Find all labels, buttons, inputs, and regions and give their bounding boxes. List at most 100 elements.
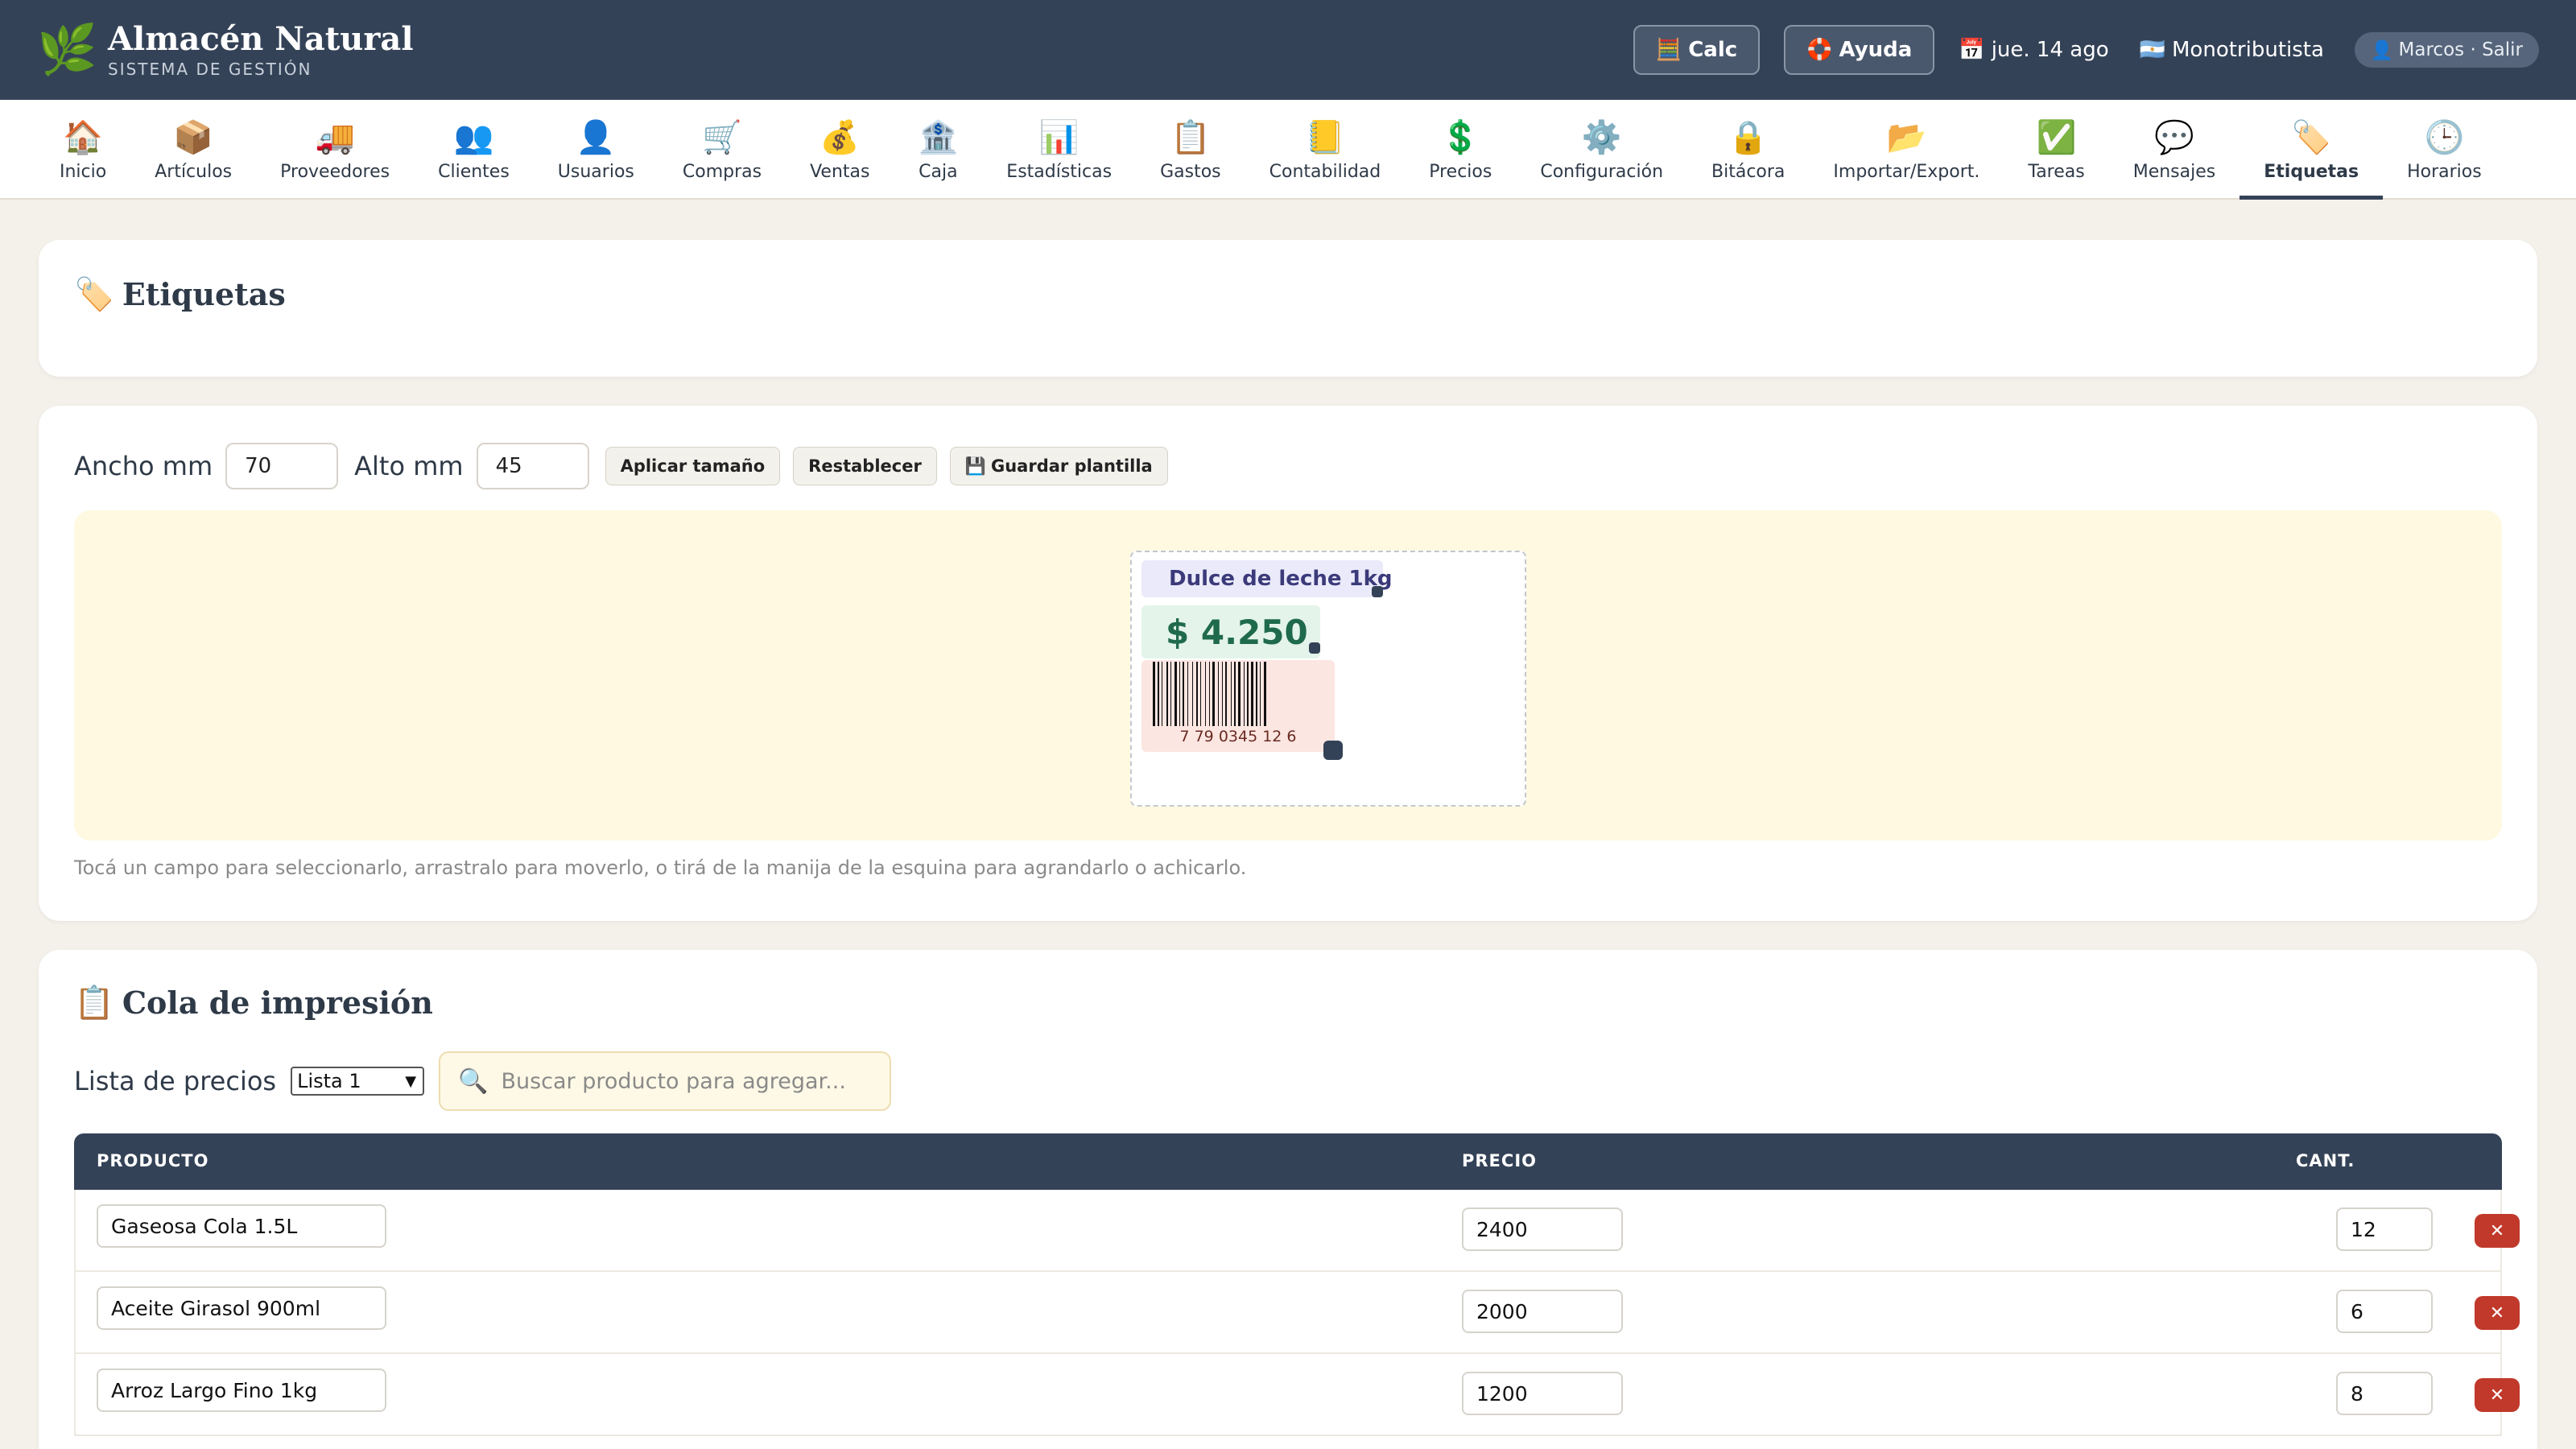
nav-item-label: Horarios — [2407, 161, 2482, 182]
user-logout-button[interactable]: 👤 Marcos · Salir — [2354, 32, 2539, 68]
col-price: PRECIO — [1462, 1151, 1537, 1170]
product-name-input[interactable] — [97, 1368, 386, 1412]
nav-item-compras[interactable]: 🛒 Compras — [658, 100, 786, 200]
nav-item-estadisticas[interactable]: 📊 Estadísticas — [982, 100, 1136, 200]
col-product: PRODUCTO — [97, 1151, 209, 1170]
nav-item-label: Tareas — [2028, 161, 2085, 182]
label-field-price[interactable]: $ 4.250 — [1141, 605, 1320, 658]
tax-status: 🇦🇷 Monotributista — [2140, 38, 2324, 62]
table-row: ✕ — [74, 1190, 2520, 1272]
calc-label: Calc — [1688, 38, 1738, 62]
name-resize-handle[interactable] — [1372, 586, 1383, 597]
nav-item-label: Artículos — [155, 161, 233, 182]
quantity-input[interactable] — [2336, 1290, 2433, 1333]
nav-item-label: Estadísticas — [1006, 161, 1113, 182]
brand-title: Almacén Natural — [108, 20, 414, 58]
help-button[interactable]: 🛟 Ayuda — [1784, 25, 1935, 75]
user-label: Marcos · Salir — [2398, 39, 2523, 60]
remove-row-button[interactable]: ✕ — [2475, 1378, 2520, 1412]
product-search[interactable]: 🔍 — [439, 1051, 892, 1111]
nav-item-etiquetas[interactable]: 🏷️ Etiquetas — [2240, 100, 2383, 200]
price-input[interactable] — [1462, 1372, 1623, 1415]
nav-item-label: Inicio — [60, 161, 107, 182]
queue-title: 📋 Cola de impresión — [74, 984, 433, 1022]
inicio-icon: 🏠 — [63, 118, 104, 156]
queue-title-text: Cola de impresión — [122, 985, 433, 1021]
remove-row-button[interactable]: ✕ — [2475, 1214, 2520, 1248]
bitacora-icon: 🔒 — [1728, 118, 1769, 156]
table-row: ✕ — [74, 1272, 2520, 1354]
clipboard-icon: 📋 — [74, 984, 114, 1022]
nav-item-precios[interactable]: 💲 Precios — [1405, 100, 1516, 200]
estadisticas-icon: 📊 — [1038, 118, 1080, 156]
price-resize-handle[interactable] — [1309, 642, 1320, 654]
label-preview: Dulce de leche 1kg $ 4.250 7 79 0345 12 … — [1130, 551, 1526, 807]
ventas-icon: 💰 — [819, 118, 861, 156]
height-input[interactable] — [476, 443, 589, 489]
nav-item-configuracion[interactable]: ⚙️ Configuración — [1516, 100, 1687, 200]
nav-item-label: Importar/Export. — [1833, 161, 1980, 182]
quantity-input[interactable] — [2336, 1208, 2433, 1251]
nav-item-label: Mensajes — [2132, 161, 2216, 182]
product-name-input[interactable] — [97, 1286, 386, 1330]
horarios-icon: 🕒 — [2424, 118, 2465, 156]
nav-item-gastos[interactable]: 📋 Gastos — [1136, 100, 1245, 200]
quantity-input[interactable] — [2336, 1372, 2433, 1415]
nav-item-tareas[interactable]: ✅ Tareas — [2004, 100, 2108, 200]
label-field-barcode[interactable]: 7 79 0345 12 6 — [1141, 660, 1335, 752]
gastos-icon: 📋 — [1170, 118, 1211, 156]
calendar-icon: 📅 — [1959, 38, 1985, 62]
nav-item-clientes[interactable]: 👥 Clientes — [414, 100, 534, 200]
nav-item-inicio[interactable]: 🏠 Inicio — [35, 100, 130, 200]
brand: 🌿 Almacén Natural SISTEMA DE GESTIÓN — [37, 18, 414, 82]
nav-item-horarios[interactable]: 🕒 Horarios — [2383, 100, 2506, 200]
articulos-icon: 📦 — [173, 118, 214, 156]
price-list-value: Lista 1 — [297, 1070, 361, 1092]
nav-item-mensajes[interactable]: 💬 Mensajes — [2109, 100, 2240, 200]
caja-icon: 🏦 — [918, 118, 959, 156]
help-label: Ayuda — [1839, 38, 1913, 62]
nav-item-importar-export[interactable]: 📂 Importar/Export. — [1809, 100, 2004, 200]
floppy-icon: 💾 — [964, 456, 986, 476]
apply-size-button[interactable]: Aplicar tamaño — [605, 447, 781, 485]
nav-item-usuarios[interactable]: 👤 Usuarios — [534, 100, 658, 200]
lifebuoy-icon: 🛟 — [1806, 38, 1833, 62]
price-list-label: Lista de precios — [74, 1066, 277, 1096]
size-controls: Ancho mm Alto mm Aplicar tamaño Restable… — [74, 443, 1181, 489]
col-qty: CANT. — [2296, 1151, 2355, 1170]
nav-item-label: Configuración — [1540, 161, 1664, 182]
abacus-icon: 🧮 — [1655, 38, 1682, 62]
save-template-label: Guardar plantilla — [990, 456, 1153, 476]
nav-item-label: Gastos — [1160, 161, 1221, 182]
nav-item-bitacora[interactable]: 🔒 Bitácora — [1687, 100, 1809, 200]
argentina-flag-icon: 🇦🇷 — [2139, 38, 2165, 62]
nav-item-caja[interactable]: 🏦 Caja — [894, 100, 982, 200]
reset-button[interactable]: Restablecer — [793, 447, 937, 485]
remove-row-button[interactable]: ✕ — [2475, 1296, 2520, 1330]
product-name-input[interactable] — [97, 1204, 386, 1248]
page-title-text: Etiquetas — [122, 276, 286, 312]
chevron-down-icon: ▼ — [405, 1072, 417, 1090]
etiquetas-icon: 🏷️ — [2291, 118, 2332, 156]
usuarios-icon: 👤 — [576, 118, 617, 156]
save-template-button[interactable]: 💾 Guardar plantilla — [949, 447, 1168, 485]
price-list-select[interactable]: Lista 1 ▼ — [291, 1067, 425, 1096]
nav-item-ventas[interactable]: 💰 Ventas — [786, 100, 894, 200]
nav-item-articulos[interactable]: 📦 Artículos — [130, 100, 256, 200]
barcode-resize-handle[interactable] — [1323, 741, 1343, 760]
calc-button[interactable]: 🧮 Calc — [1633, 25, 1761, 75]
width-input[interactable] — [225, 443, 339, 489]
price-input[interactable] — [1462, 1290, 1623, 1333]
nav-item-label: Compras — [682, 161, 762, 182]
brand-subtitle: SISTEMA DE GESTIÓN — [108, 60, 312, 79]
mensajes-icon: 💬 — [2154, 118, 2194, 156]
price-input[interactable] — [1462, 1208, 1623, 1251]
current-date: 📅 jue. 14 ago — [1959, 38, 2108, 62]
tag-icon: 🏷️ — [74, 275, 114, 313]
tareas-icon: ✅ — [2036, 118, 2077, 156]
nav-item-proveedores[interactable]: 🚚 Proveedores — [256, 100, 414, 200]
label-field-name[interactable]: Dulce de leche 1kg — [1141, 560, 1393, 597]
product-search-input[interactable] — [501, 1068, 872, 1094]
nav-item-contabilidad[interactable]: 📒 Contabilidad — [1245, 100, 1406, 200]
barcode-number: 7 79 0345 12 6 — [1179, 728, 1297, 745]
